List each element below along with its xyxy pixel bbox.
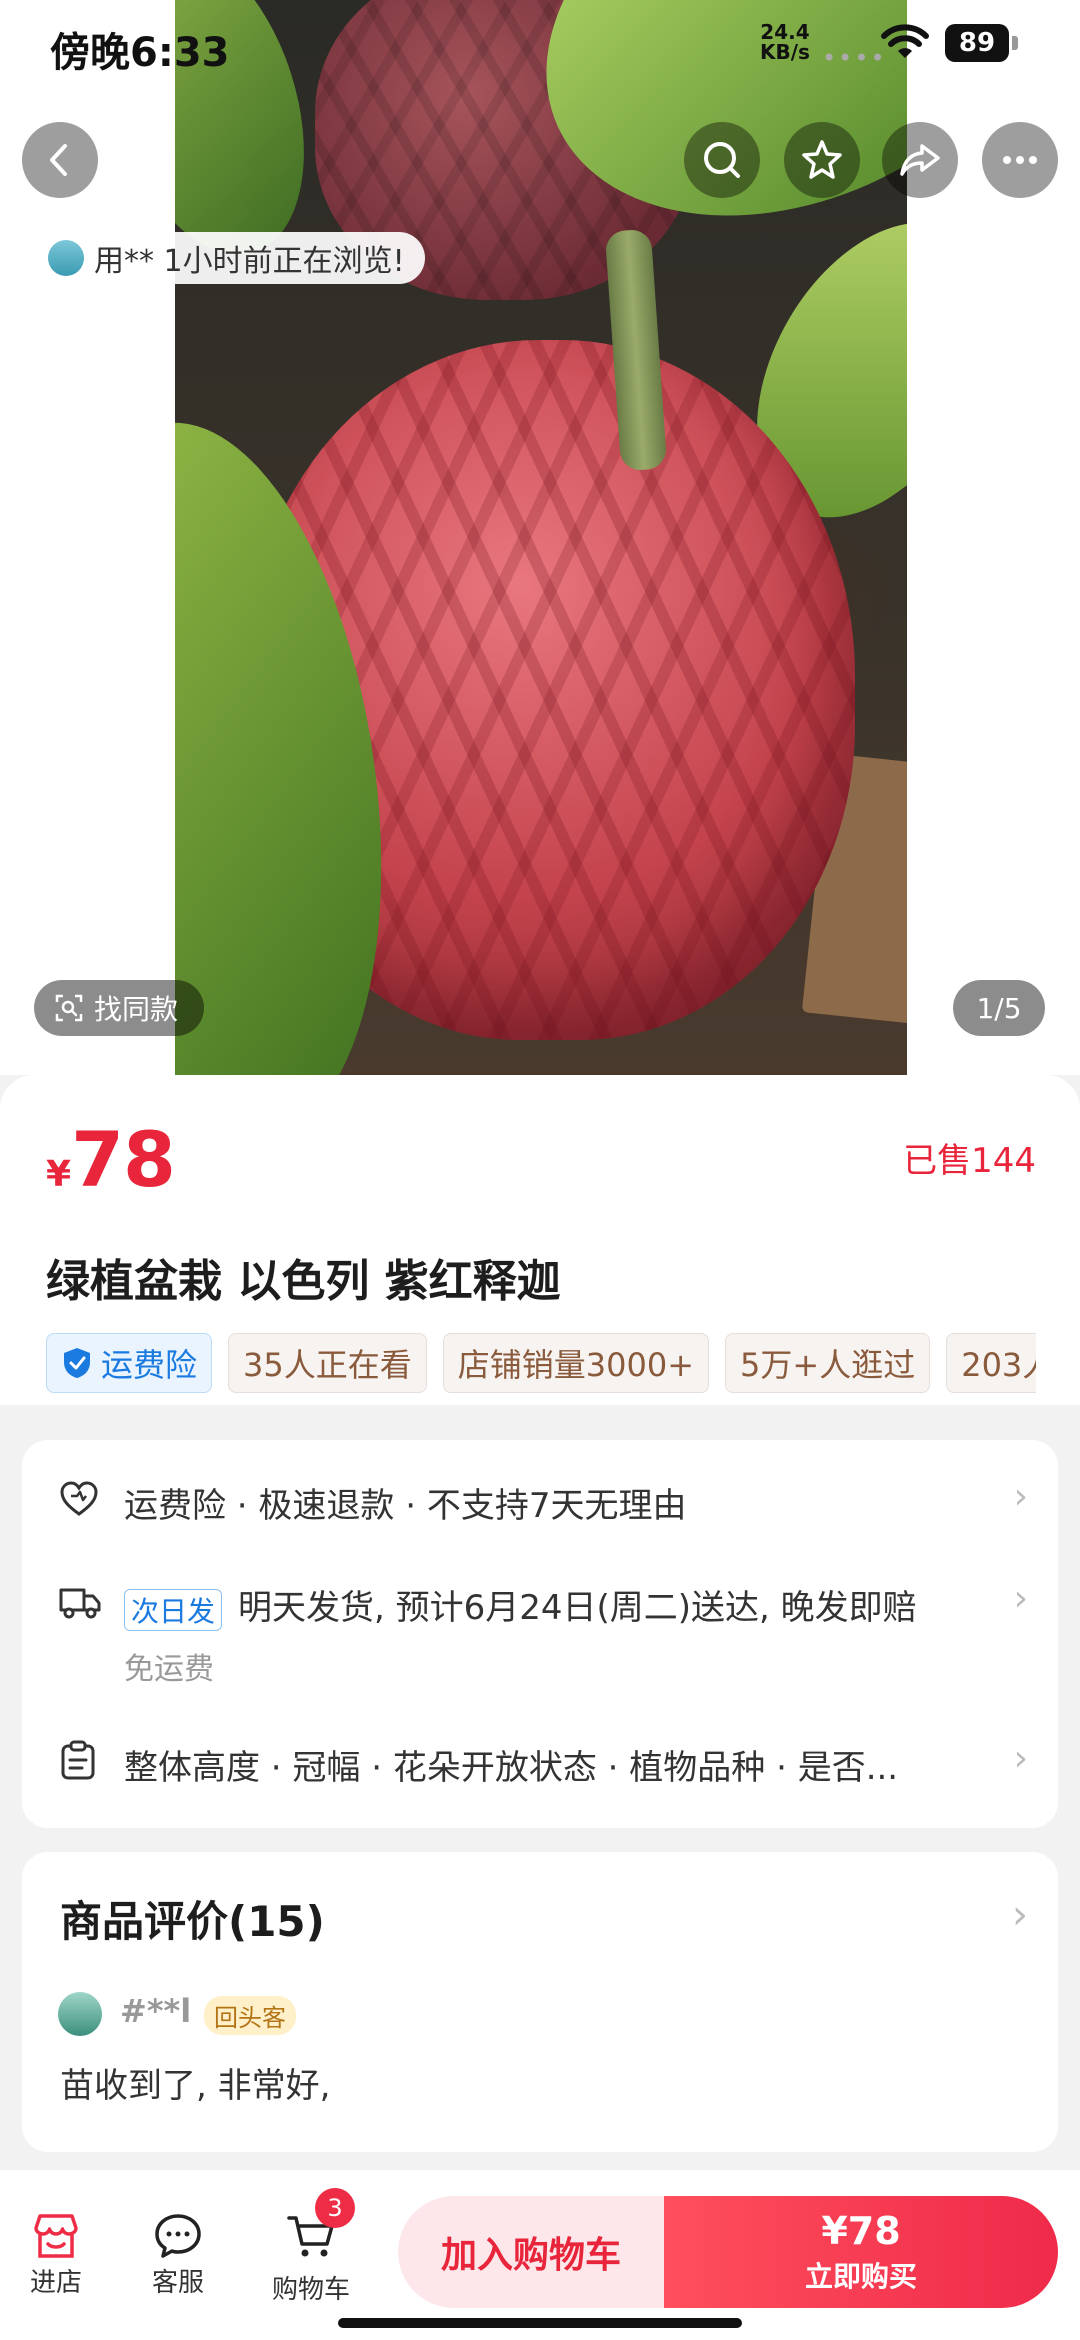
clipboard-icon [61, 1740, 95, 1780]
shipping-text: 明天发货, 预计6月24日(周二)送达, 晚发即赔 [238, 1588, 917, 1628]
chevron-right-icon: › [1013, 1738, 1028, 1779]
truck-icon [59, 1588, 101, 1619]
scan-search-icon [55, 994, 83, 1022]
guarantee-row[interactable]: 运费险 · 极速退款 · 不支持7天无理由 › [22, 1476, 1058, 1538]
back-button[interactable] [22, 122, 98, 198]
shipping-info: 次日发 明天发货, 预计6月24日(周二)送达, 晚发即赔 [124, 1580, 917, 1631]
wifi-icon [880, 22, 930, 66]
network-speed-unit: KB/s [760, 40, 810, 64]
buy-price: ¥78 [821, 2209, 901, 2253]
tag-shop-sales: 店铺销量3000+ [442, 1333, 710, 1393]
status-time: 傍晚6:33 [50, 30, 230, 76]
product-tags: 运费险 35人正在看 店铺销量3000+ 5万+人逛过 203人 [46, 1333, 1036, 1395]
returning-customer-badge: 回头客 [204, 1996, 296, 2035]
more-icon [1003, 156, 1037, 164]
customer-service-button[interactable]: 客服 [152, 2210, 204, 2299]
currency-symbol: ¥ [46, 1154, 72, 1195]
network-speed-value: 24.4 [760, 20, 810, 44]
chat-icon [155, 2214, 201, 2258]
reviewer-name: #**l [120, 1992, 192, 2030]
shipping-row[interactable]: 次日发 明天发货, 预计6月24日(周二)送达, 晚发即赔 › 免运费 [22, 1578, 1058, 1687]
free-shipping-text: 免运费 [124, 1652, 214, 1687]
tag-label: 运费险 [101, 1346, 198, 1384]
search-icon [704, 142, 740, 178]
avatar [58, 1992, 102, 2036]
service-card: 运费险 · 极速退款 · 不支持7天无理由 › 次日发 明天发货, 预计6月24日… [22, 1440, 1058, 1828]
favorite-button[interactable] [784, 122, 860, 198]
chevron-right-icon: › [1013, 1476, 1028, 1517]
params-row[interactable]: 整体高度 · 冠幅 · 花朵开放状态 · 植物品种 · 是否... › [22, 1738, 1058, 1800]
shop-button[interactable]: 进店 [30, 2210, 82, 2299]
battery-indicator: 89 [945, 24, 1009, 62]
tag-freight-insurance[interactable]: 运费险 [46, 1333, 213, 1393]
cart-count-badge: 3 [315, 2188, 355, 2228]
cart-label: 购物车 [272, 2275, 351, 2305]
home-indicator[interactable] [338, 2318, 742, 2328]
chevron-left-icon [50, 144, 67, 176]
avatar [48, 240, 84, 276]
find-same-button[interactable]: 找同款 [34, 980, 205, 1036]
status-bar: 傍晚6:33 24.4 KB/s •••• 89 [0, 0, 1080, 90]
cart-icon-wrap: 3 [285, 2188, 355, 2269]
purchase-buttons: 加入购物车 ¥78 立即购买 [398, 2196, 1058, 2308]
guarantee-text: 运费险 · 极速退款 · 不支持7天无理由 [124, 1486, 687, 1526]
network-speed: 24.4 KB/s [760, 22, 810, 62]
shop-icon [34, 2214, 78, 2258]
sold-count: 已售144 [903, 1141, 1036, 1181]
reviews-title: 商品评价(15) [60, 1897, 325, 1946]
review-text: 苗收到了, 非常好, [60, 2066, 331, 2106]
battery-cap [1012, 36, 1018, 50]
star-icon [802, 140, 842, 179]
shield-check-icon [64, 1348, 90, 1378]
share-button[interactable] [882, 122, 958, 198]
signal-icon: •••• [822, 44, 887, 72]
shop-label: 进店 [30, 2268, 83, 2298]
image-counter: 1/5 [953, 980, 1045, 1036]
product-image-carousel[interactable]: 傍晚6:33 24.4 KB/s •••• 89 用** 1小时前正在浏览! 找… [0, 0, 1080, 1075]
reviews-card[interactable]: 商品评价(15) › #**l 回头客 苗收到了, 非常好, [22, 1852, 1058, 2152]
more-button[interactable] [982, 122, 1058, 198]
bottom-action-bar: 进店 客服 3 购物车 加入购物车 ¥78 立即购买 [0, 2170, 1080, 2340]
price-value: 78 [71, 1115, 176, 1204]
recent-browse-notice: 用** 1小时前正在浏览! [36, 232, 425, 284]
params-text: 整体高度 · 冠幅 · 花朵开放状态 · 植物品种 · 是否... [124, 1748, 899, 1788]
tag-watching: 35人正在看 [228, 1333, 427, 1393]
chevron-right-icon: › [1013, 1578, 1028, 1619]
product-title: 绿植盆栽 以色列 紫红释迦 [46, 1256, 561, 1307]
price: ¥78 [46, 1115, 176, 1204]
add-to-cart-button[interactable]: 加入购物车 [398, 2196, 664, 2308]
search-button[interactable] [684, 122, 760, 198]
share-icon [900, 144, 940, 176]
recent-browse-text: 用** 1小时前正在浏览! [94, 244, 405, 279]
buy-now-button[interactable]: ¥78 立即购买 [664, 2196, 1058, 2308]
buy-now-label: 立即购买 [804, 2260, 917, 2293]
heart-shield-icon [60, 1481, 98, 1516]
find-same-label: 找同款 [94, 993, 179, 1026]
tag-visitors: 5万+人逛过 [725, 1333, 931, 1393]
tag-more: 203人 [946, 1333, 1036, 1393]
next-day-badge: 次日发 [124, 1588, 223, 1631]
product-info-card: ¥78 已售144 绿植盆栽 以色列 紫红释迦 运费险 35人正在看 店铺销量3… [0, 1075, 1080, 1405]
service-label: 客服 [152, 2268, 205, 2298]
cart-button[interactable]: 3 购物车 [272, 2188, 355, 2306]
chevron-right-icon: › [1012, 1892, 1028, 1938]
